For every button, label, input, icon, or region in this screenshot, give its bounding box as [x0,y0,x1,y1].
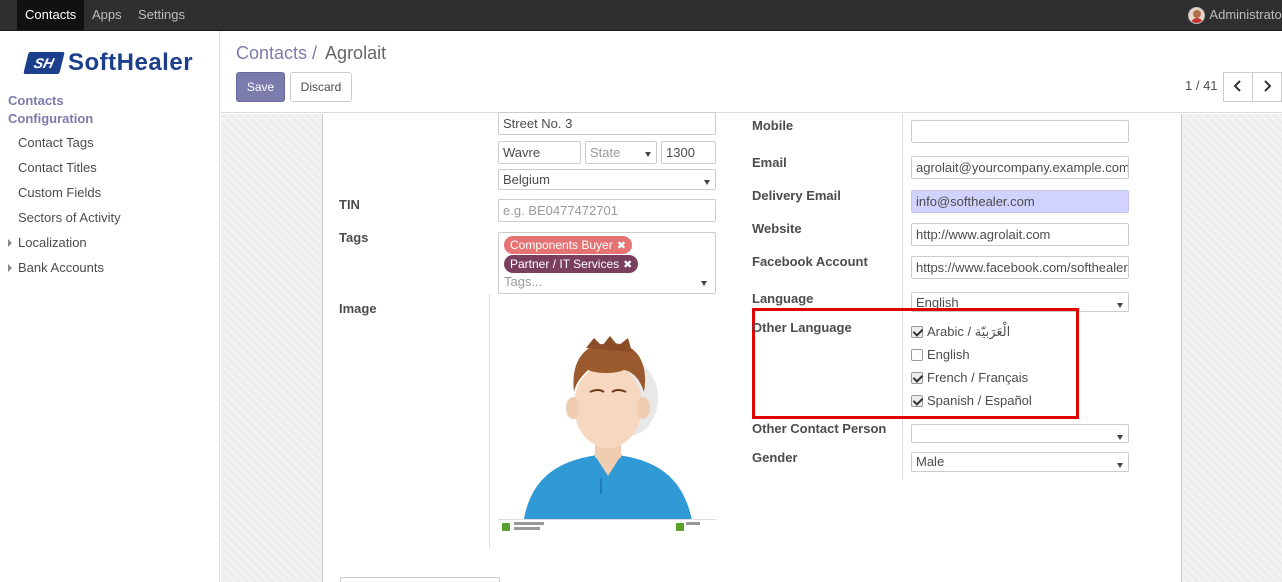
softhealer-logo[interactable]: SH SoftHealer [23,49,194,77]
checkbox-checked-icon[interactable] [911,371,923,384]
contact-image[interactable] [498,318,716,534]
tag-remove-icon[interactable]: ✖ [623,259,632,271]
sidebar-item-label: Bank Accounts [18,260,104,275]
state-select[interactable]: State [585,141,657,164]
other-contact-person-select[interactable] [911,424,1129,443]
control-panel: Contacts / Agrolait Save Discard 1 / 41 [221,31,1282,113]
sidebar-item-contact-tags[interactable]: Contact Tags [18,135,94,150]
tags-field[interactable]: Components Buyer ✖ Partner / IT Services ✖… [498,232,716,294]
sidebar-item-bank-accounts[interactable]: Bank Accounts [8,260,104,275]
checkbox-checked-icon[interactable] [911,326,923,338]
top-navbar: Contacts Apps Settings Administrator [0,0,1282,31]
logo-text: SoftHealer [68,49,194,76]
caret-right-icon [8,239,12,247]
pager-previous-button[interactable] [1223,72,1253,102]
sidebar-section-configuration[interactable]: Configuration [8,111,93,126]
checkbox-french[interactable]: French / Français [911,370,1028,385]
menu-apps[interactable]: Apps [84,0,130,30]
tag-label: Components Buyer [510,238,613,252]
column-divider [902,114,903,480]
checkbox-spanish[interactable]: Spanish / Español [911,393,1032,408]
checkbox-label: English [927,347,970,362]
checkbox-label: Spanish / Español [927,393,1032,408]
person-illustration-icon [498,318,716,534]
save-button[interactable]: Save [236,72,285,102]
checkbox-english[interactable]: English [911,347,970,362]
watermark-logo-icon [676,523,684,531]
caret-right-icon [8,264,12,272]
checkbox-checked-icon[interactable] [911,394,923,407]
breadcrumb-current: Agrolait [325,43,387,63]
other-language-label: Other Language [752,320,852,335]
gender-label: Gender [752,450,798,465]
tags-placeholder[interactable]: Tags... [504,274,542,289]
sidebar-item-custom-fields[interactable]: Custom Fields [18,185,101,200]
tag-partner-it-services: Partner / IT Services ✖ [504,255,639,273]
delivery-email-field[interactable]: info@softhealer.com [911,190,1129,213]
website-field[interactable]: http://www.agrolait.com [911,223,1129,246]
discard-button[interactable]: Discard [290,72,352,102]
avatar [1188,6,1206,24]
image-label: Image [339,301,377,316]
checkbox-unchecked-icon[interactable] [911,348,923,361]
pager-value[interactable]: 1 / 41 [1185,78,1218,93]
column-divider [489,294,490,548]
other-contact-person-label: Other Contact Person [752,421,887,436]
website-label: Website [752,221,802,236]
pager-next-button[interactable] [1252,72,1282,102]
watermark-text [514,522,544,525]
menu-contacts[interactable]: Contacts [17,0,85,30]
mobile-label: Mobile [752,118,794,133]
country-select[interactable]: Belgium [498,169,716,190]
image-watermark-strip [498,519,716,534]
chevron-left-icon [1233,80,1241,92]
sidebar: SH SoftHealer Contacts Configuration Con… [0,31,220,582]
checkbox-arabic[interactable]: Arabic / الْعَرَبيّة [911,324,1010,340]
user-menu[interactable]: Administrator [1188,0,1282,30]
chevron-down-icon[interactable] [701,281,707,286]
email-field[interactable]: agrolait@yourcompany.example.com [911,156,1129,179]
delivery-email-label: Delivery Email [752,188,841,203]
mobile-field[interactable] [911,120,1129,143]
tag-remove-icon[interactable]: ✖ [617,240,626,252]
checkbox-label: French / Français [927,370,1029,385]
tin-field[interactable]: e.g. BE0477472701 [498,199,716,222]
sidebar-item-localization[interactable]: Localization [8,235,87,250]
partial-field-below[interactable] [340,577,500,582]
sidebar-item-label: Localization [18,235,87,250]
sidebar-item-contact-titles[interactable]: Contact Titles [18,160,97,175]
logo-mark: SH [23,52,65,74]
menu-settings[interactable]: Settings [130,0,193,30]
facebook-label: Facebook Account [752,254,868,269]
sidebar-item-sectors[interactable]: Sectors of Activity [18,210,121,225]
breadcrumb: Contacts / Agrolait [236,43,386,64]
tags-label: Tags [339,230,369,245]
checkbox-label: Arabic / الْعَرَبيّة [927,324,1011,339]
gender-select[interactable]: Male [911,452,1129,472]
tag-label: Partner / IT Services [510,257,620,271]
watermark-text [686,522,700,525]
city-field[interactable]: Wavre [498,141,581,164]
tag-components-buyer: Components Buyer ✖ [504,236,632,254]
watermark-text [514,527,540,530]
language-label: Language [752,291,814,306]
email-label: Email [752,155,787,170]
street-field[interactable]: Street No. 3 [498,112,716,135]
breadcrumb-parent[interactable]: Contacts / [236,43,317,63]
chevron-right-icon [1264,80,1272,92]
zip-field[interactable]: 1300 [661,141,716,164]
user-name: Administrator [1209,7,1282,22]
facebook-field[interactable]: https://www.facebook.com/softhealer [911,256,1129,279]
tin-label: TIN [339,197,360,212]
watermark-logo-icon [502,523,510,531]
sidebar-section-contacts[interactable]: Contacts [8,93,64,108]
